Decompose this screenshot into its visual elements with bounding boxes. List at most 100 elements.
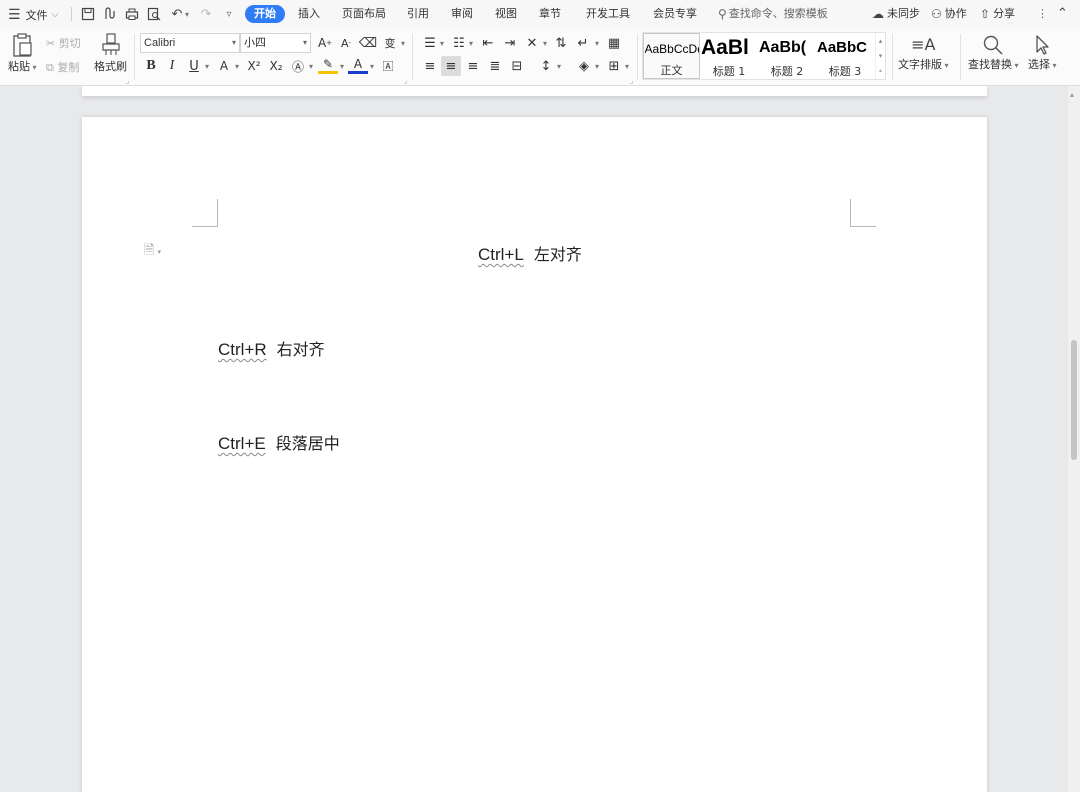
style-sample: AaBbC bbox=[817, 39, 868, 56]
document-paragraph[interactable]: Ctrl+R 右对齐 bbox=[218, 336, 325, 360]
chevron-down-icon[interactable]: ▾ bbox=[467, 33, 475, 53]
borders-icon[interactable]: ⊞ bbox=[604, 56, 624, 76]
print-preview-icon[interactable] bbox=[145, 4, 163, 24]
align-left-icon[interactable]: ≡ bbox=[420, 56, 440, 76]
text-effect-icon[interactable]: A bbox=[214, 56, 234, 76]
tab-review[interactable]: 审阅 bbox=[449, 5, 475, 23]
font-color-icon[interactable]: A bbox=[348, 56, 368, 74]
tab-view[interactable]: 视图 bbox=[493, 5, 519, 23]
save-icon[interactable] bbox=[79, 4, 97, 24]
document-paragraph[interactable]: Ctrl+E 段落居中 bbox=[218, 430, 340, 454]
chevron-down-icon[interactable]: ▾ bbox=[399, 33, 407, 53]
select-label: 选择 ▾ bbox=[1028, 58, 1057, 71]
table-of-contents-icon[interactable]: ▦ bbox=[604, 33, 624, 53]
styles-scroll[interactable]: ▴ ▾ ⩡ bbox=[875, 33, 885, 79]
command-search[interactable]: ⚲ 查找命令、搜索模板 bbox=[718, 5, 828, 23]
dialog-launcher-icon[interactable]: ⌟ bbox=[126, 77, 129, 85]
numbered-list-icon[interactable]: ☷ bbox=[449, 33, 469, 53]
chevron-down-icon[interactable]: ▾ bbox=[233, 56, 241, 76]
tab-sections[interactable]: 章节 bbox=[537, 5, 563, 23]
tab-page-layout[interactable]: 页面布局 bbox=[340, 5, 388, 23]
text-layout-button[interactable]: ≡A 文字排版 ▾ bbox=[898, 34, 949, 72]
align-center-icon[interactable]: ≡ bbox=[441, 56, 461, 76]
chevron-down-icon[interactable]: ▾ bbox=[623, 56, 631, 76]
bold-icon[interactable]: B bbox=[141, 56, 161, 76]
chevron-down-icon[interactable]: ▾ bbox=[541, 33, 549, 53]
font-size-select[interactable]: 小四 ▾ bbox=[240, 33, 311, 53]
collapse-ribbon-icon[interactable]: ⌃ bbox=[1057, 5, 1068, 23]
tab-home[interactable]: 开始 bbox=[245, 5, 285, 23]
undo-dropdown-icon[interactable]: ▾ bbox=[183, 4, 191, 24]
document-page[interactable]: 🗎 ▾ Ctrl+L 左对齐 Ctrl+R 右对齐 Ctrl+E 段落居中 bbox=[82, 117, 987, 792]
paste-button[interactable]: 粘贴 ▾ bbox=[8, 32, 37, 74]
align-right-icon[interactable]: ≡ bbox=[463, 56, 483, 76]
style-normal[interactable]: AaBbCcDd 正文 bbox=[643, 33, 700, 79]
scroll-up-icon[interactable]: ▴ bbox=[1070, 90, 1074, 99]
chevron-down-icon[interactable]: ▾ bbox=[593, 33, 601, 53]
dialog-launcher-icon[interactable]: ⌟ bbox=[630, 77, 633, 85]
show-hide-marks-icon[interactable]: ↵ bbox=[573, 33, 593, 53]
font-name-select[interactable]: Calibri ▾ bbox=[140, 33, 240, 53]
find-replace-button[interactable]: 查找替换 ▾ bbox=[968, 34, 1019, 72]
justify-icon[interactable]: ≣ bbox=[485, 56, 505, 76]
chevron-down-icon[interactable]: ▾ bbox=[203, 56, 211, 76]
italic-icon[interactable]: I bbox=[162, 56, 182, 76]
tab-references[interactable]: 引用 bbox=[405, 5, 431, 23]
chevron-down-icon[interactable]: ▾ bbox=[593, 56, 601, 76]
style-heading-2[interactable]: AaBb( 标题 2 bbox=[758, 33, 816, 79]
paragraph-handle[interactable]: 🗎 ▾ bbox=[144, 241, 161, 263]
brush-icon bbox=[101, 33, 120, 55]
share-icon: ⇧ bbox=[980, 7, 991, 21]
dialog-launcher-icon[interactable]: ⌟ bbox=[404, 77, 407, 85]
scrollbar-thumb[interactable] bbox=[1071, 340, 1077, 460]
distributed-align-icon[interactable]: ⊟ bbox=[507, 56, 527, 76]
increase-font-size-icon[interactable]: A + bbox=[315, 33, 335, 53]
chinese-layout-icon[interactable]: ✕ bbox=[522, 33, 542, 53]
copy-button[interactable]: ⧉ 复制 bbox=[46, 59, 79, 75]
style-label: 标题 2 bbox=[770, 65, 804, 78]
expand-gallery-icon[interactable]: ⩡ bbox=[879, 67, 883, 76]
collaborate-button[interactable]: ⚇ 协作 bbox=[931, 5, 967, 23]
superscript-icon[interactable]: X² bbox=[244, 56, 264, 76]
format-painter-button[interactable]: 格式刷 bbox=[94, 32, 127, 74]
chevron-down-icon[interactable]: ▾ bbox=[555, 56, 563, 76]
underline-icon[interactable]: U bbox=[184, 56, 204, 76]
style-heading-3[interactable]: AaBbC 标题 3 bbox=[816, 33, 874, 79]
document-paragraph[interactable]: Ctrl+L 左对齐 bbox=[478, 241, 582, 265]
vertical-scrollbar[interactable]: ▴ bbox=[1068, 86, 1080, 792]
chevron-down-icon[interactable]: ▾ bbox=[368, 56, 376, 76]
character-shading-icon[interactable]: 🄰 bbox=[378, 56, 398, 76]
phonetic-guide-icon[interactable]: 变 bbox=[380, 33, 400, 53]
print-icon[interactable] bbox=[123, 4, 141, 24]
increase-indent-icon[interactable]: ⇥ bbox=[500, 33, 520, 53]
clear-formatting-icon[interactable]: ⌫ bbox=[358, 33, 378, 53]
document-workspace[interactable]: 🗎 ▾ Ctrl+L 左对齐 Ctrl+R 右对齐 Ctrl+E 段落居中 ▴ bbox=[0, 86, 1080, 792]
decrease-indent-icon[interactable]: ⇤ bbox=[478, 33, 498, 53]
highlight-icon[interactable]: ✎ bbox=[318, 56, 338, 74]
file-menu-button[interactable]: ☰ 文件 ⌵ bbox=[8, 4, 58, 26]
chevron-up-icon[interactable]: ▴ bbox=[879, 37, 883, 45]
decrease-font-size-icon[interactable]: A- bbox=[336, 33, 356, 53]
style-heading-1[interactable]: AaBl 标题 1 bbox=[700, 33, 758, 79]
sort-icon[interactable]: ⇅ bbox=[551, 33, 571, 53]
chevron-down-icon[interactable]: ▾ bbox=[879, 52, 883, 60]
cut-button[interactable]: ✂ 剪切 bbox=[46, 35, 81, 51]
subscript-icon[interactable]: X₂ bbox=[266, 56, 286, 76]
tab-insert[interactable]: 插入 bbox=[296, 5, 322, 23]
tab-developer[interactable]: 开发工具 bbox=[584, 5, 632, 23]
more-options-icon[interactable]: ⋮ bbox=[1037, 5, 1048, 23]
tab-member[interactable]: 会员专享 bbox=[651, 5, 699, 23]
chevron-down-icon[interactable]: ▾ bbox=[307, 56, 315, 76]
character-border-icon[interactable]: Ⓐ bbox=[288, 56, 308, 76]
export-icon[interactable] bbox=[101, 4, 119, 24]
select-button[interactable]: 选择 ▾ bbox=[1028, 34, 1057, 72]
chevron-down-icon[interactable]: ▾ bbox=[338, 56, 346, 76]
sync-status-button[interactable]: ☁ 未同步 bbox=[872, 5, 920, 23]
line-spacing-icon[interactable]: ↕ bbox=[536, 56, 556, 76]
customize-quick-access-icon[interactable]: ▿ bbox=[220, 4, 238, 24]
share-button[interactable]: ⇧ 分享 bbox=[980, 5, 1015, 23]
redo-icon[interactable]: ↷ bbox=[197, 4, 215, 24]
chevron-down-icon[interactable]: ▾ bbox=[438, 33, 446, 53]
bullet-list-icon[interactable]: ☰ bbox=[420, 33, 440, 53]
shading-icon[interactable]: ◈ bbox=[574, 56, 594, 76]
